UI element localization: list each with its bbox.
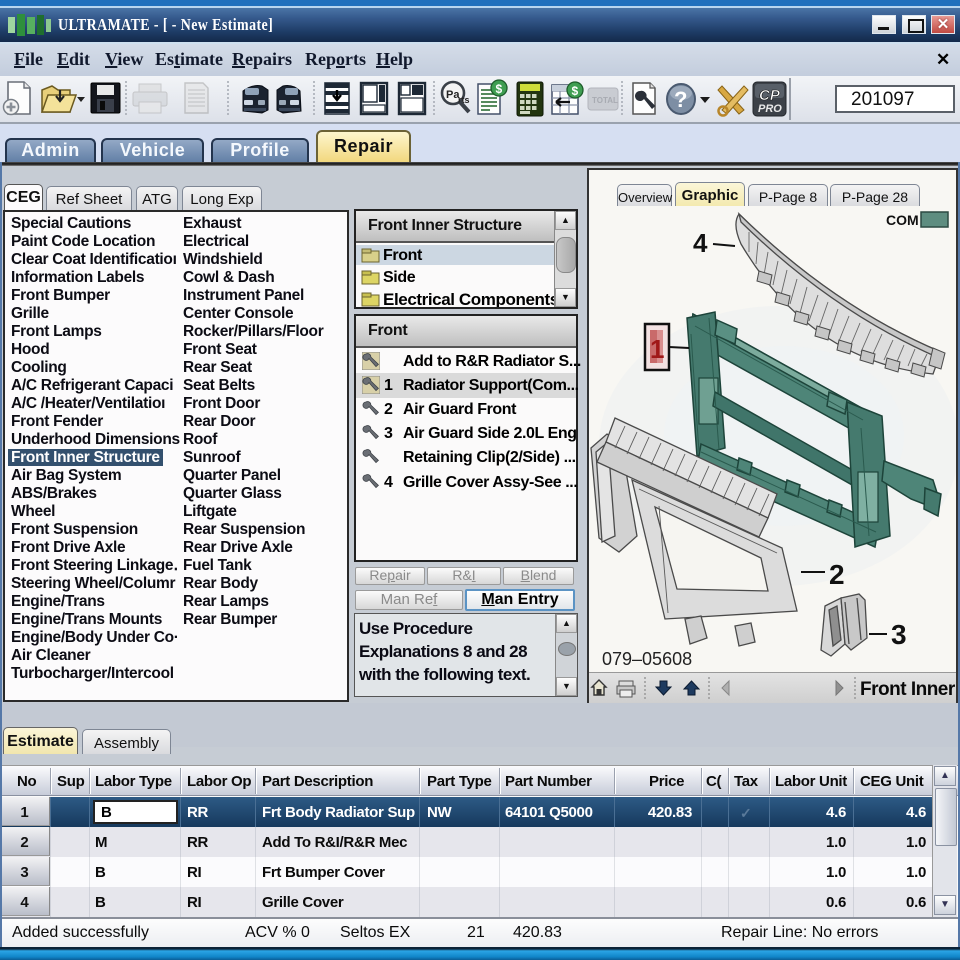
svg-text:CP: CP bbox=[759, 87, 781, 104]
svg-text:COM: COM bbox=[886, 212, 919, 228]
svg-text:TOTAL: TOTAL bbox=[592, 96, 618, 105]
svg-text:1: 1 bbox=[650, 334, 664, 364]
svg-text:?: ? bbox=[674, 87, 687, 112]
svg-text:3: 3 bbox=[891, 619, 907, 650]
svg-text:079–05608: 079–05608 bbox=[602, 649, 692, 669]
svg-text:$: $ bbox=[496, 82, 503, 96]
svg-text:PRO: PRO bbox=[758, 103, 782, 115]
svg-text:2: 2 bbox=[829, 559, 845, 590]
svg-text:4: 4 bbox=[693, 228, 708, 258]
svg-text:$: $ bbox=[572, 84, 579, 98]
svg-text:Front Inner S: Front Inner S bbox=[860, 679, 956, 700]
